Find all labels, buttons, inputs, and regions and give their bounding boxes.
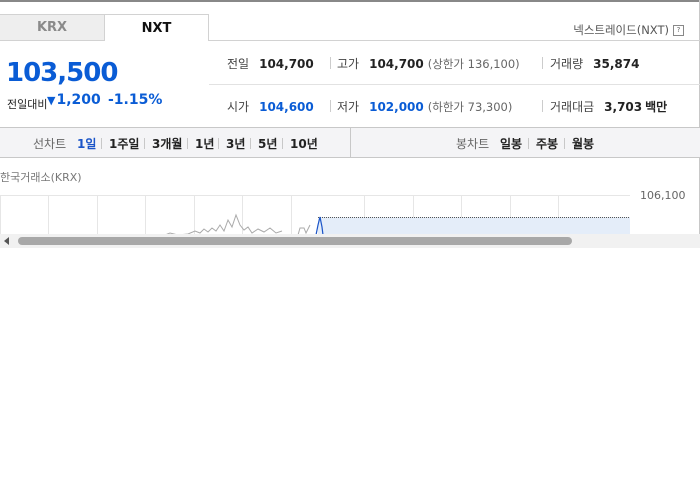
stat-label: 거래량 (550, 57, 584, 71)
change-value: ▼ 1,200 (47, 92, 101, 108)
divider (250, 138, 251, 149)
stats-row-divider (209, 84, 700, 85)
period-1w[interactable]: 1주일 (109, 135, 139, 152)
divider (542, 57, 543, 69)
divider (144, 138, 145, 149)
current-price: 103,500 (6, 58, 118, 88)
stat-label: 거래대금 (550, 100, 595, 114)
nxt-info-link[interactable]: 넥스트레이드(NXT) ? (573, 22, 684, 38)
candle-monthly[interactable]: 월봉 (572, 135, 594, 152)
y-axis-tick: 106,100 (640, 189, 686, 202)
divider (187, 138, 188, 149)
divider (218, 138, 219, 149)
top-border (0, 0, 700, 2)
divider (282, 138, 283, 149)
stat-unit: 백만 (645, 100, 668, 114)
period-3y[interactable]: 3년 (226, 135, 245, 152)
stat-volume: 거래량 35,874 (550, 55, 639, 72)
period-1y[interactable]: 1년 (195, 135, 214, 152)
stat-value: 102,000 (369, 99, 424, 114)
stat-value: 3,703 (604, 99, 643, 114)
change-amount: 1,200 (56, 92, 101, 108)
stat-value: 104,700 (259, 56, 314, 71)
stat-value: 104,700 (369, 56, 424, 71)
stat-label: 고가 (337, 57, 360, 71)
period-5y[interactable]: 5년 (258, 135, 277, 152)
change-label: 전일대비 (7, 98, 48, 111)
candle-weekly[interactable]: 주봉 (536, 135, 558, 152)
nxt-link-label: 넥스트레이드(NXT) (573, 23, 669, 37)
help-icon[interactable]: ? (673, 24, 684, 36)
stat-extra: (하한가 73,300) (427, 99, 513, 114)
stat-label: 전일 (227, 57, 250, 71)
stat-prev-close: 전일 104,700 (227, 55, 314, 72)
stat-label: 저가 (337, 100, 360, 114)
candle-chart-label: 봉차트 (456, 137, 490, 151)
stat-extra: (상한가 136,100) (427, 56, 520, 71)
divider (330, 57, 331, 69)
change-percent: -1.15% (108, 92, 163, 108)
line-chart-label: 선차트 (33, 137, 67, 151)
stat-value: 35,874 (593, 56, 640, 71)
period-1d[interactable]: 1일 (77, 135, 96, 152)
period-10y[interactable]: 10년 (290, 135, 318, 152)
period-3m[interactable]: 3개월 (152, 135, 182, 152)
divider (330, 100, 331, 112)
divider (101, 138, 102, 149)
divider (542, 100, 543, 112)
divider (564, 138, 565, 149)
stat-label: 시가 (227, 100, 250, 114)
tab-nxt[interactable]: NXT (104, 14, 209, 41)
price-chart (0, 195, 630, 235)
toolbar-divider (350, 127, 351, 158)
shaded-range (318, 217, 630, 235)
history-volume-line (164, 213, 283, 235)
stat-open: 시가 104,600 (227, 98, 314, 115)
stat-value: 104,600 (259, 99, 314, 114)
stat-low: 저가 102,000 (하한가 73,300) (337, 98, 512, 115)
divider (528, 138, 529, 149)
candle-daily[interactable]: 일봉 (500, 135, 522, 152)
tab-underline (209, 40, 700, 41)
scroll-left-icon[interactable] (4, 237, 9, 245)
stat-amount: 거래대금 3,703 백만 (550, 98, 667, 115)
scrollbar-thumb[interactable] (18, 237, 572, 245)
down-triangle-icon: ▼ (47, 93, 56, 107)
tab-krx[interactable]: KRX (0, 14, 105, 41)
exchange-label: 한국거래소(KRX) (0, 171, 82, 184)
stat-high: 고가 104,700 (상한가 136,100) (337, 55, 520, 72)
